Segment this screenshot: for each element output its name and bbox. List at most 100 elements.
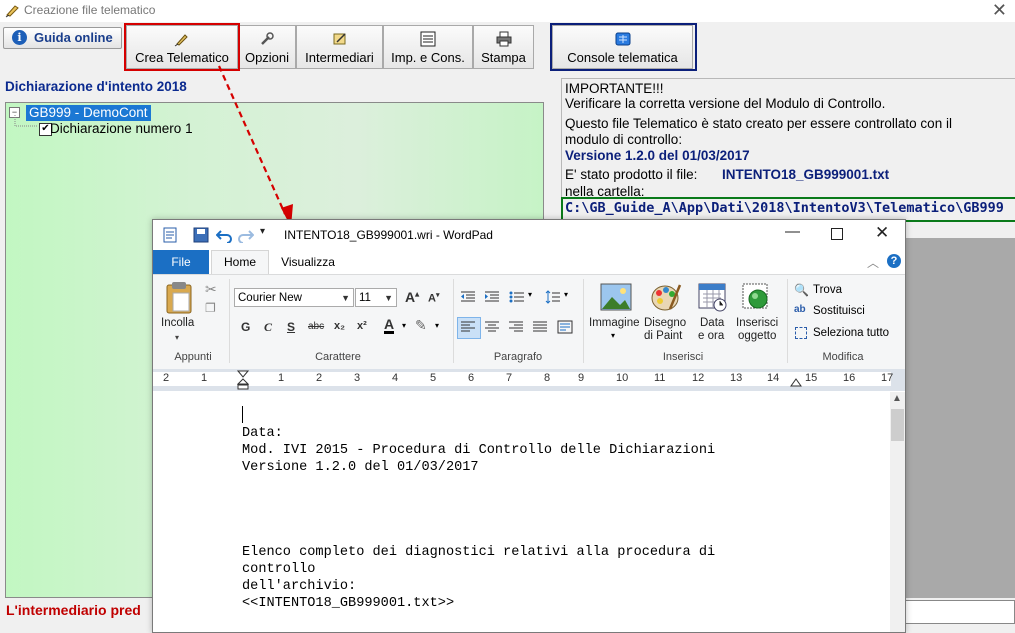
- tab-file[interactable]: File: [153, 250, 209, 274]
- indent-marker[interactable]: [237, 370, 249, 390]
- doc-line: Mod. IVI 2015 - Procedura di Controllo d…: [242, 443, 716, 458]
- date-label-2[interactable]: e ora: [698, 330, 724, 343]
- object-label-1[interactable]: Inserisci: [736, 317, 778, 330]
- copy-icon[interactable]: ❐: [205, 301, 216, 315]
- paint-label-1[interactable]: Disegno: [644, 317, 686, 330]
- font-name-select[interactable]: Courier New ▼: [234, 288, 354, 307]
- font-size-select[interactable]: 11 ▼: [355, 288, 397, 307]
- cut-icon[interactable]: ✂: [205, 281, 217, 298]
- customize-qa-icon[interactable]: ▾: [260, 226, 265, 237]
- ruler-number: 10: [616, 372, 629, 384]
- paste-label[interactable]: Incolla: [161, 317, 194, 330]
- annotation-arrow: [217, 65, 293, 227]
- group-appunti: Appunti: [174, 351, 212, 363]
- vertical-scrollbar[interactable]: ▲: [890, 392, 905, 632]
- chevron-down-icon[interactable]: ▾: [435, 321, 439, 330]
- ruler-number: 1: [201, 372, 208, 384]
- ruler[interactable]: 2 1 1 2 3 4 5 6 7 8 9 10 11 12 13 14 15 …: [153, 369, 905, 391]
- wrench-icon: [261, 32, 274, 45]
- chevron-down-icon[interactable]: ▾: [528, 290, 532, 299]
- strikethrough-button[interactable]: abc: [308, 321, 324, 332]
- printer-icon: [496, 31, 511, 47]
- save-icon[interactable]: [193, 227, 209, 243]
- wordpad-close-icon[interactable]: ✕: [875, 223, 889, 243]
- paste-dropdown-icon[interactable]: ▾: [175, 333, 179, 342]
- document-area[interactable]: Data: Mod. IVI 2015 - Procedura di Contr…: [153, 392, 890, 632]
- align-center-icon[interactable]: [485, 321, 499, 333]
- find-icon[interactable]: 🔍: [794, 283, 809, 297]
- shrink-font-icon[interactable]: A▾: [428, 291, 439, 305]
- tree-root-item[interactable]: GB999 - DemoCont: [26, 105, 151, 121]
- tab-home[interactable]: Home: [211, 250, 269, 275]
- intermediari-button[interactable]: Intermediari: [296, 25, 383, 69]
- tab-visualizza[interactable]: Visualizza: [279, 250, 337, 274]
- paste-icon[interactable]: [165, 281, 195, 315]
- chevron-down-icon[interactable]: ▾: [402, 321, 406, 330]
- calendar-clock-icon[interactable]: [698, 281, 728, 313]
- replace-label[interactable]: Sostituisci: [813, 305, 865, 317]
- chevron-down-icon[interactable]: ▾: [611, 331, 615, 340]
- redo-icon[interactable]: [238, 227, 254, 243]
- right-indent-marker[interactable]: [790, 378, 802, 388]
- tree-child-item[interactable]: Dichiarazione numero 1: [50, 121, 193, 136]
- paint-label-2[interactable]: di Paint: [644, 330, 682, 343]
- wordpad-window: ▾ INTENTO18_GB999001.wri - WordPad — ✕ F…: [152, 219, 906, 633]
- justify-icon[interactable]: [533, 321, 547, 333]
- align-right-icon[interactable]: [509, 321, 523, 333]
- paragraph-icon[interactable]: [557, 320, 573, 334]
- replace-icon[interactable]: ab: [794, 304, 806, 315]
- doc-line: dell'archivio:: [242, 579, 357, 594]
- superscript-button[interactable]: x²: [357, 320, 367, 332]
- bold-button[interactable]: G: [241, 320, 250, 334]
- paint-palette-icon[interactable]: [650, 281, 682, 313]
- subscript-button[interactable]: x₂: [334, 320, 345, 332]
- ruler-number: 12: [692, 372, 705, 384]
- font-color-icon[interactable]: A: [384, 317, 395, 334]
- chevron-down-icon: ▼: [384, 293, 393, 303]
- find-label[interactable]: Trova: [813, 284, 842, 296]
- ruler-number: 6: [468, 372, 475, 384]
- right-panel: [905, 238, 1015, 598]
- ruler-number: 2: [316, 372, 323, 384]
- window-title: Creazione file telematico: [24, 3, 156, 17]
- scroll-up-icon[interactable]: ▲: [892, 393, 902, 404]
- underline-button[interactable]: S: [287, 320, 295, 334]
- select-all-icon[interactable]: [795, 327, 807, 339]
- ruler-number: 4: [392, 372, 399, 384]
- decrease-indent-icon[interactable]: [460, 290, 476, 304]
- highlight-color-icon[interactable]: ✎: [415, 317, 427, 334]
- scroll-thumb[interactable]: [891, 409, 904, 441]
- separator: [453, 279, 454, 363]
- guida-online-button[interactable]: i Guida online: [3, 27, 122, 49]
- pencil-notes-icon: [333, 33, 346, 45]
- stampa-button[interactable]: Stampa: [473, 25, 534, 69]
- info-icon: i: [12, 30, 27, 45]
- italic-button[interactable]: C: [264, 320, 272, 335]
- object-label-2[interactable]: oggetto: [738, 330, 776, 343]
- ruler-number: 13: [730, 372, 743, 384]
- increase-indent-icon[interactable]: [484, 290, 500, 304]
- image-icon[interactable]: [600, 283, 632, 311]
- grow-font-icon[interactable]: A▴: [405, 289, 419, 305]
- collapse-ribbon-icon[interactable]: ︿: [867, 254, 879, 271]
- opzioni-button[interactable]: Opzioni: [238, 25, 296, 69]
- undo-icon[interactable]: [216, 227, 232, 243]
- line-spacing-icon[interactable]: [545, 290, 561, 304]
- tree-connector: [14, 115, 38, 127]
- insert-object-icon[interactable]: [740, 281, 772, 313]
- chevron-down-icon[interactable]: ▾: [564, 290, 568, 299]
- wordpad-titlebar: ▾ INTENTO18_GB999001.wri - WordPad — ✕: [153, 220, 905, 250]
- section-title: Dichiarazione d'intento 2018: [5, 79, 187, 94]
- info-verify: Verificare la corretta versione del Modu…: [565, 96, 886, 111]
- date-label-1[interactable]: Data: [700, 317, 724, 330]
- imp-cons-button[interactable]: Imp. e Cons.: [383, 25, 473, 69]
- maximize-icon[interactable]: [831, 228, 843, 240]
- ribbon-tabs: File Home Visualizza ︿ ?: [153, 250, 905, 275]
- close-icon[interactable]: ✕: [992, 0, 1007, 21]
- image-label[interactable]: Immagine: [589, 317, 640, 330]
- separator: [787, 279, 788, 363]
- select-all-label[interactable]: Seleziona tutto: [813, 327, 889, 339]
- bullets-icon[interactable]: [509, 290, 525, 304]
- help-icon[interactable]: ?: [887, 254, 901, 268]
- minimize-icon[interactable]: —: [785, 223, 800, 240]
